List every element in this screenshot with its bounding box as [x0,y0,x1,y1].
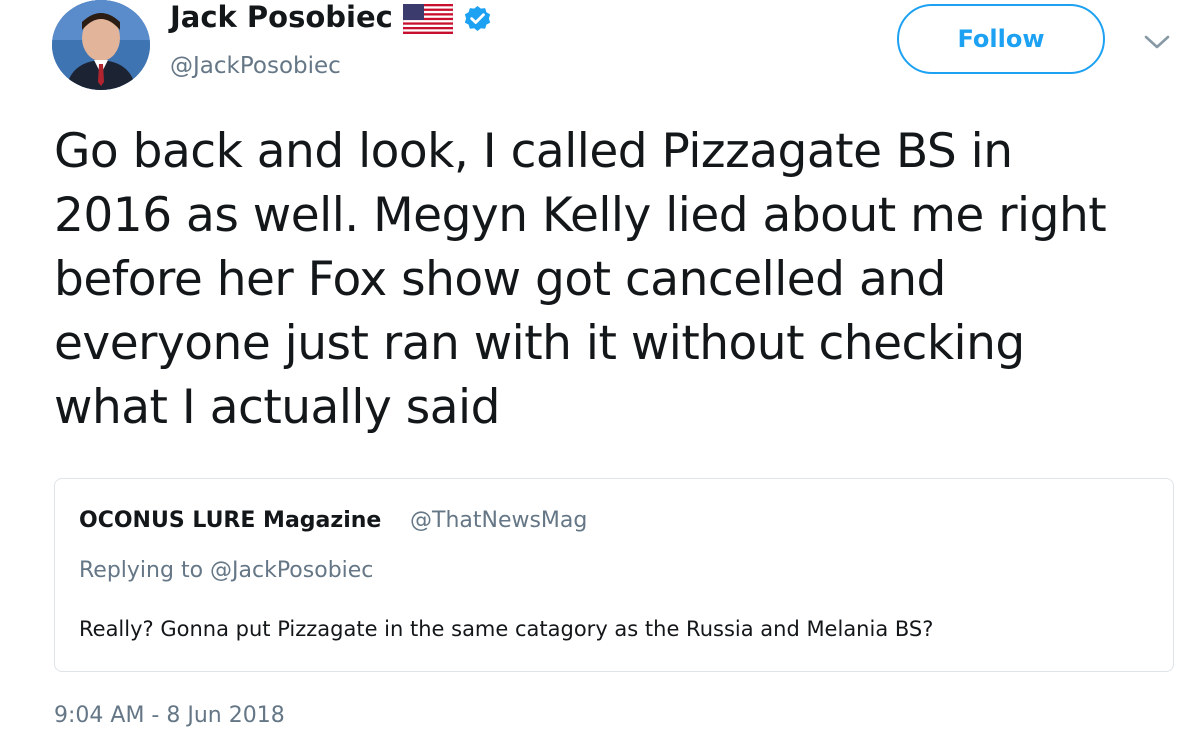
tweet-text-line: before her Fox show got cancelled and [54,252,946,307]
quoted-tweet-text: Really? Gonna put Pizzagate in the same … [79,617,934,641]
avatar[interactable] [52,0,150,90]
us-flag-icon [403,4,453,34]
author-display-name[interactable]: Jack Posobiec [170,0,393,34]
tweet-text-line: 2016 as well. Megyn Kelly lied about me … [54,188,1107,243]
follow-button[interactable]: Follow [897,4,1105,74]
tweet-text-line: Go back and look, I called Pizzagate BS … [54,124,1013,179]
tweet-card: Jack Posobiec @JackPosobiec Follow Go ba… [0,0,1199,733]
chevron-down-icon[interactable] [1143,33,1171,51]
tweet-timestamp[interactable]: 9:04 AM - 8 Jun 2018 [54,703,285,728]
quoted-author-handle[interactable]: @ThatNewsMag [410,508,587,533]
tweet-text-line: everyone just ran with it without checki… [54,316,1025,371]
tweet-text-line: what I actually said [54,380,500,435]
author-handle[interactable]: @JackPosobiec [170,52,341,80]
quoted-replying-to: Replying to @JackPosobiec [79,558,374,583]
quoted-tweet-card[interactable]: OCONUS LURE Magazine @ThatNewsMag Replyi… [54,478,1174,672]
tweet-text: Go back and look, I called Pizzagate BS … [54,120,1174,440]
verified-badge-icon [464,5,491,31]
quoted-author-name[interactable]: OCONUS LURE Magazine [79,508,381,533]
